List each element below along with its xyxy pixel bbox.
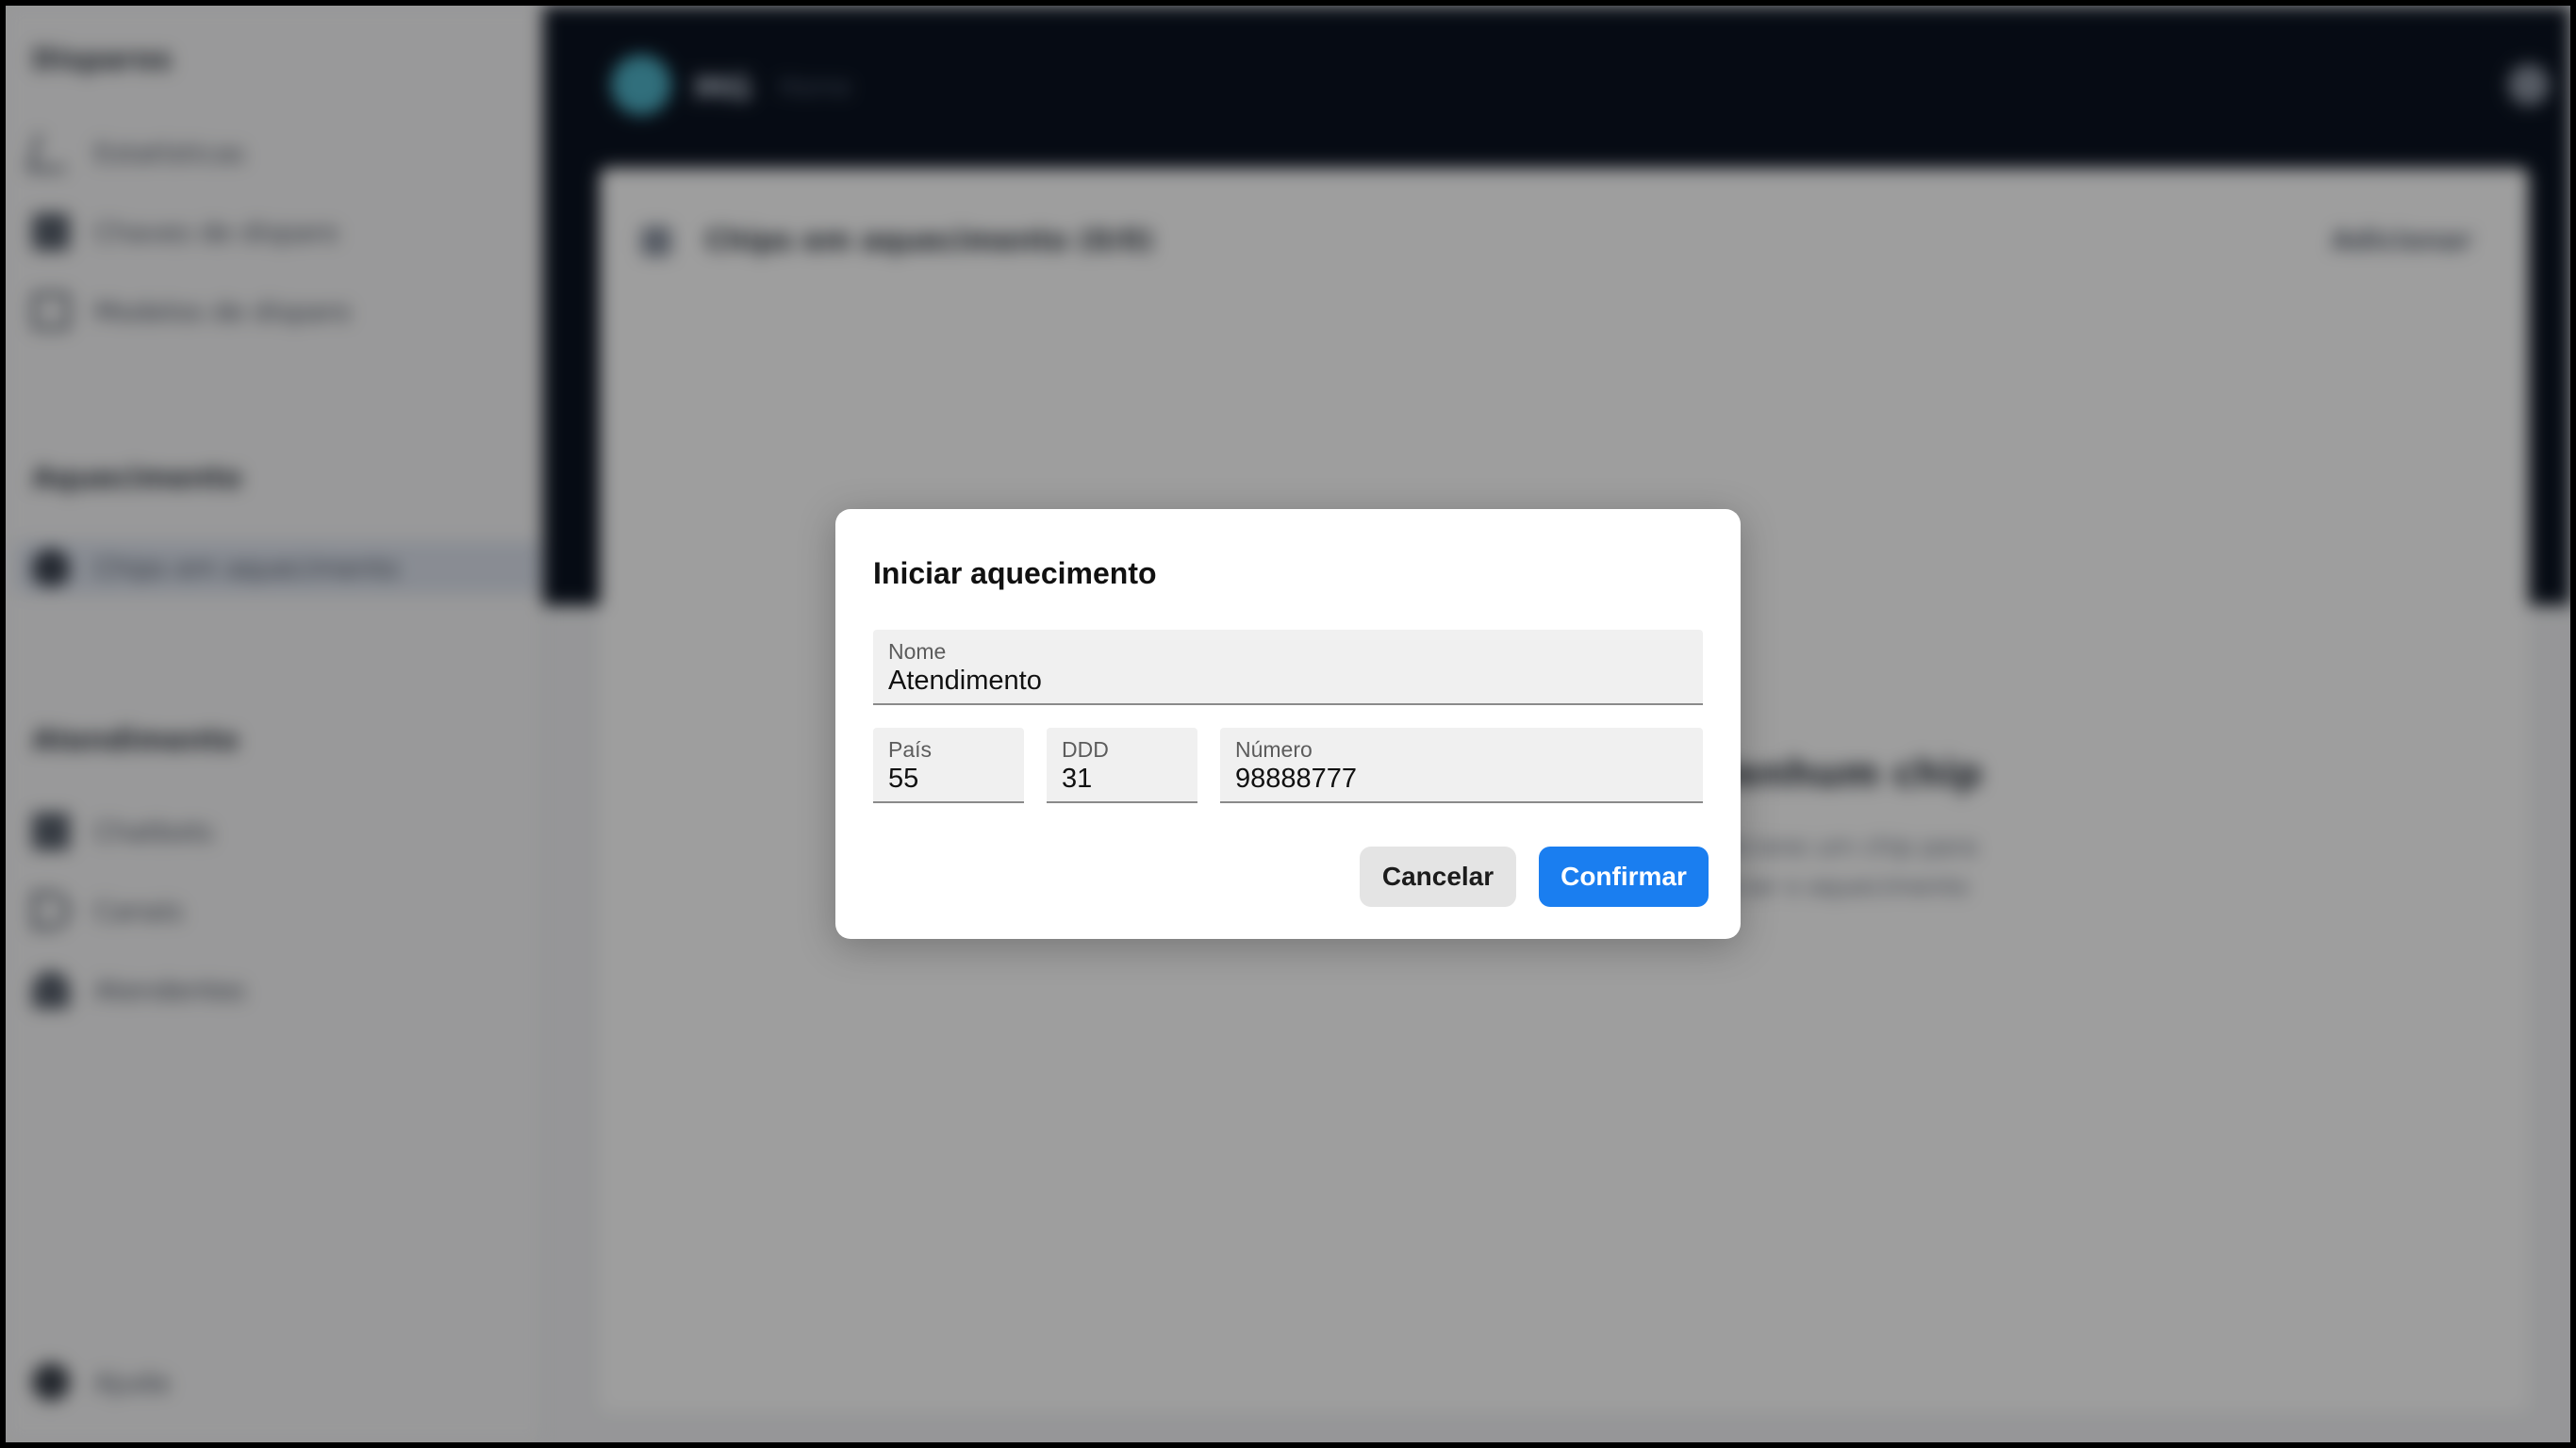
numero-input[interactable] xyxy=(1235,764,1688,795)
confirm-button[interactable]: Confirmar xyxy=(1539,847,1709,907)
numero-label: Número xyxy=(1235,737,1313,762)
cancel-button[interactable]: Cancelar xyxy=(1360,847,1516,907)
numero-field[interactable]: Número xyxy=(1220,728,1703,803)
ddd-field[interactable]: DDD xyxy=(1047,728,1197,803)
pais-label: País xyxy=(888,737,933,762)
nome-label: Nome xyxy=(888,639,947,664)
start-warmup-dialog: Iniciar aquecimento Nome País DDD Número… xyxy=(835,509,1741,939)
ddd-label: DDD xyxy=(1062,737,1109,762)
pais-input[interactable] xyxy=(888,764,1009,795)
nome-field[interactable]: Nome xyxy=(873,630,1703,705)
ddd-input[interactable] xyxy=(1062,764,1182,795)
pais-field[interactable]: País xyxy=(873,728,1024,803)
screen: Disparos Estatísticas Chaves de disparo … xyxy=(6,6,2570,1442)
dialog-title: Iniciar aquecimento xyxy=(873,556,1157,590)
nome-input[interactable] xyxy=(888,666,1688,697)
